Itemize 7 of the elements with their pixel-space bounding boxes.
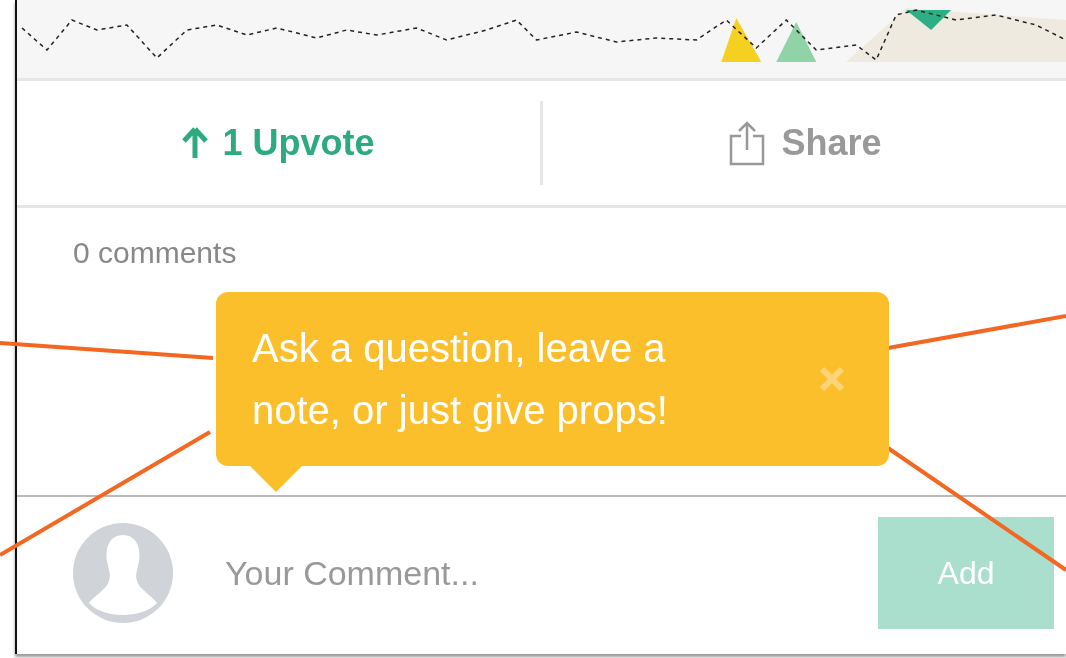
action-button[interactable]: Share	[543, 81, 1066, 205]
comment-input[interactable]: Your Comment...	[223, 552, 828, 594]
avatar-icon	[73, 523, 173, 623]
close-icon[interactable]	[817, 364, 847, 394]
action-button[interactable]: 1 Upvote	[17, 81, 540, 205]
tooltip-text: Ask a question, leave a note, or just give props!	[252, 325, 669, 434]
arrow-up-icon	[182, 127, 209, 159]
